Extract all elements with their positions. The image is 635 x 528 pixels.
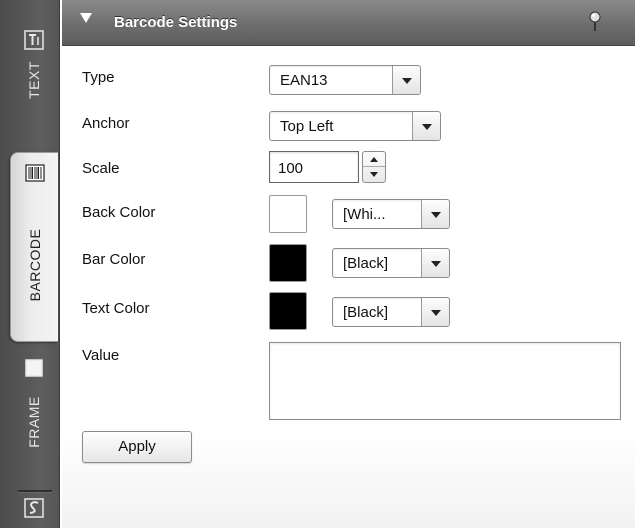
back-color-swatch[interactable] <box>269 195 307 233</box>
text-color-dropdown-button[interactable] <box>421 298 449 326</box>
back-color-label: Back Color <box>82 204 156 221</box>
type-select[interactable]: EAN13 <box>269 65 421 95</box>
script-icon <box>24 498 44 518</box>
bar-color-select[interactable]: [Black] <box>332 248 450 278</box>
chevron-down-icon <box>431 212 441 218</box>
text-icon <box>24 30 44 50</box>
type-label: Type <box>82 69 115 86</box>
chevron-down-icon <box>431 261 441 267</box>
text-color-swatch[interactable] <box>269 292 307 330</box>
anchor-label: Anchor <box>82 115 130 132</box>
sidebar: TEXT BARCODE FRAME <box>0 0 60 528</box>
frame-icon <box>25 359 43 377</box>
tab-text[interactable]: TEXT <box>10 0 58 142</box>
chevron-down-icon <box>402 78 412 84</box>
text-color-select-value: [Black] <box>343 304 389 321</box>
scale-decrement-button[interactable] <box>363 167 385 182</box>
barcode-icon <box>24 164 45 182</box>
bar-color-select-value: [Black] <box>343 255 389 272</box>
tab-barcode[interactable]: BARCODE <box>10 152 58 342</box>
panel-header[interactable]: Barcode Settings <box>62 0 635 46</box>
bar-color-dropdown-button[interactable] <box>421 249 449 277</box>
scale-input-value: 100 <box>278 160 304 177</box>
collapse-arrow-icon[interactable] <box>80 13 92 23</box>
text-color-select[interactable]: [Black] <box>332 297 450 327</box>
back-color-select-value: [Whi... <box>343 206 386 223</box>
back-color-select[interactable]: [Whi... <box>332 199 450 229</box>
scale-input[interactable]: 100 <box>269 151 359 183</box>
chevron-up-icon <box>370 157 378 162</box>
value-textarea[interactable] <box>269 342 621 420</box>
bar-color-label: Bar Color <box>82 251 146 268</box>
bar-color-swatch[interactable] <box>269 244 307 282</box>
back-color-dropdown-button[interactable] <box>421 200 449 228</box>
pin-icon[interactable] <box>587 10 603 34</box>
chevron-down-icon <box>370 172 378 177</box>
anchor-dropdown-button[interactable] <box>412 112 440 140</box>
scale-increment-button[interactable] <box>363 152 385 167</box>
panel-title: Barcode Settings <box>114 14 238 31</box>
text-color-label: Text Color <box>82 300 150 317</box>
type-select-value: EAN13 <box>280 72 328 89</box>
chevron-down-icon <box>422 124 432 130</box>
value-label: Value <box>82 347 120 364</box>
tab-frame-label: FRAME <box>26 396 42 448</box>
tab-frame[interactable]: FRAME <box>10 350 58 480</box>
type-dropdown-button[interactable] <box>392 66 420 94</box>
tab-script[interactable] <box>10 484 58 528</box>
apply-button[interactable]: Apply <box>82 431 192 463</box>
tab-text-label: TEXT <box>26 61 42 99</box>
anchor-select-value: Top Left <box>280 118 334 135</box>
scale-label: Scale <box>82 160 120 177</box>
anchor-select[interactable]: Top Left <box>269 111 441 141</box>
tab-barcode-label: BARCODE <box>26 228 43 302</box>
chevron-down-icon <box>431 310 441 316</box>
barcode-settings-panel: Type EAN13 Anchor Top Left Scale 100 Bac… <box>62 47 635 528</box>
scale-stepper[interactable] <box>362 151 386 183</box>
